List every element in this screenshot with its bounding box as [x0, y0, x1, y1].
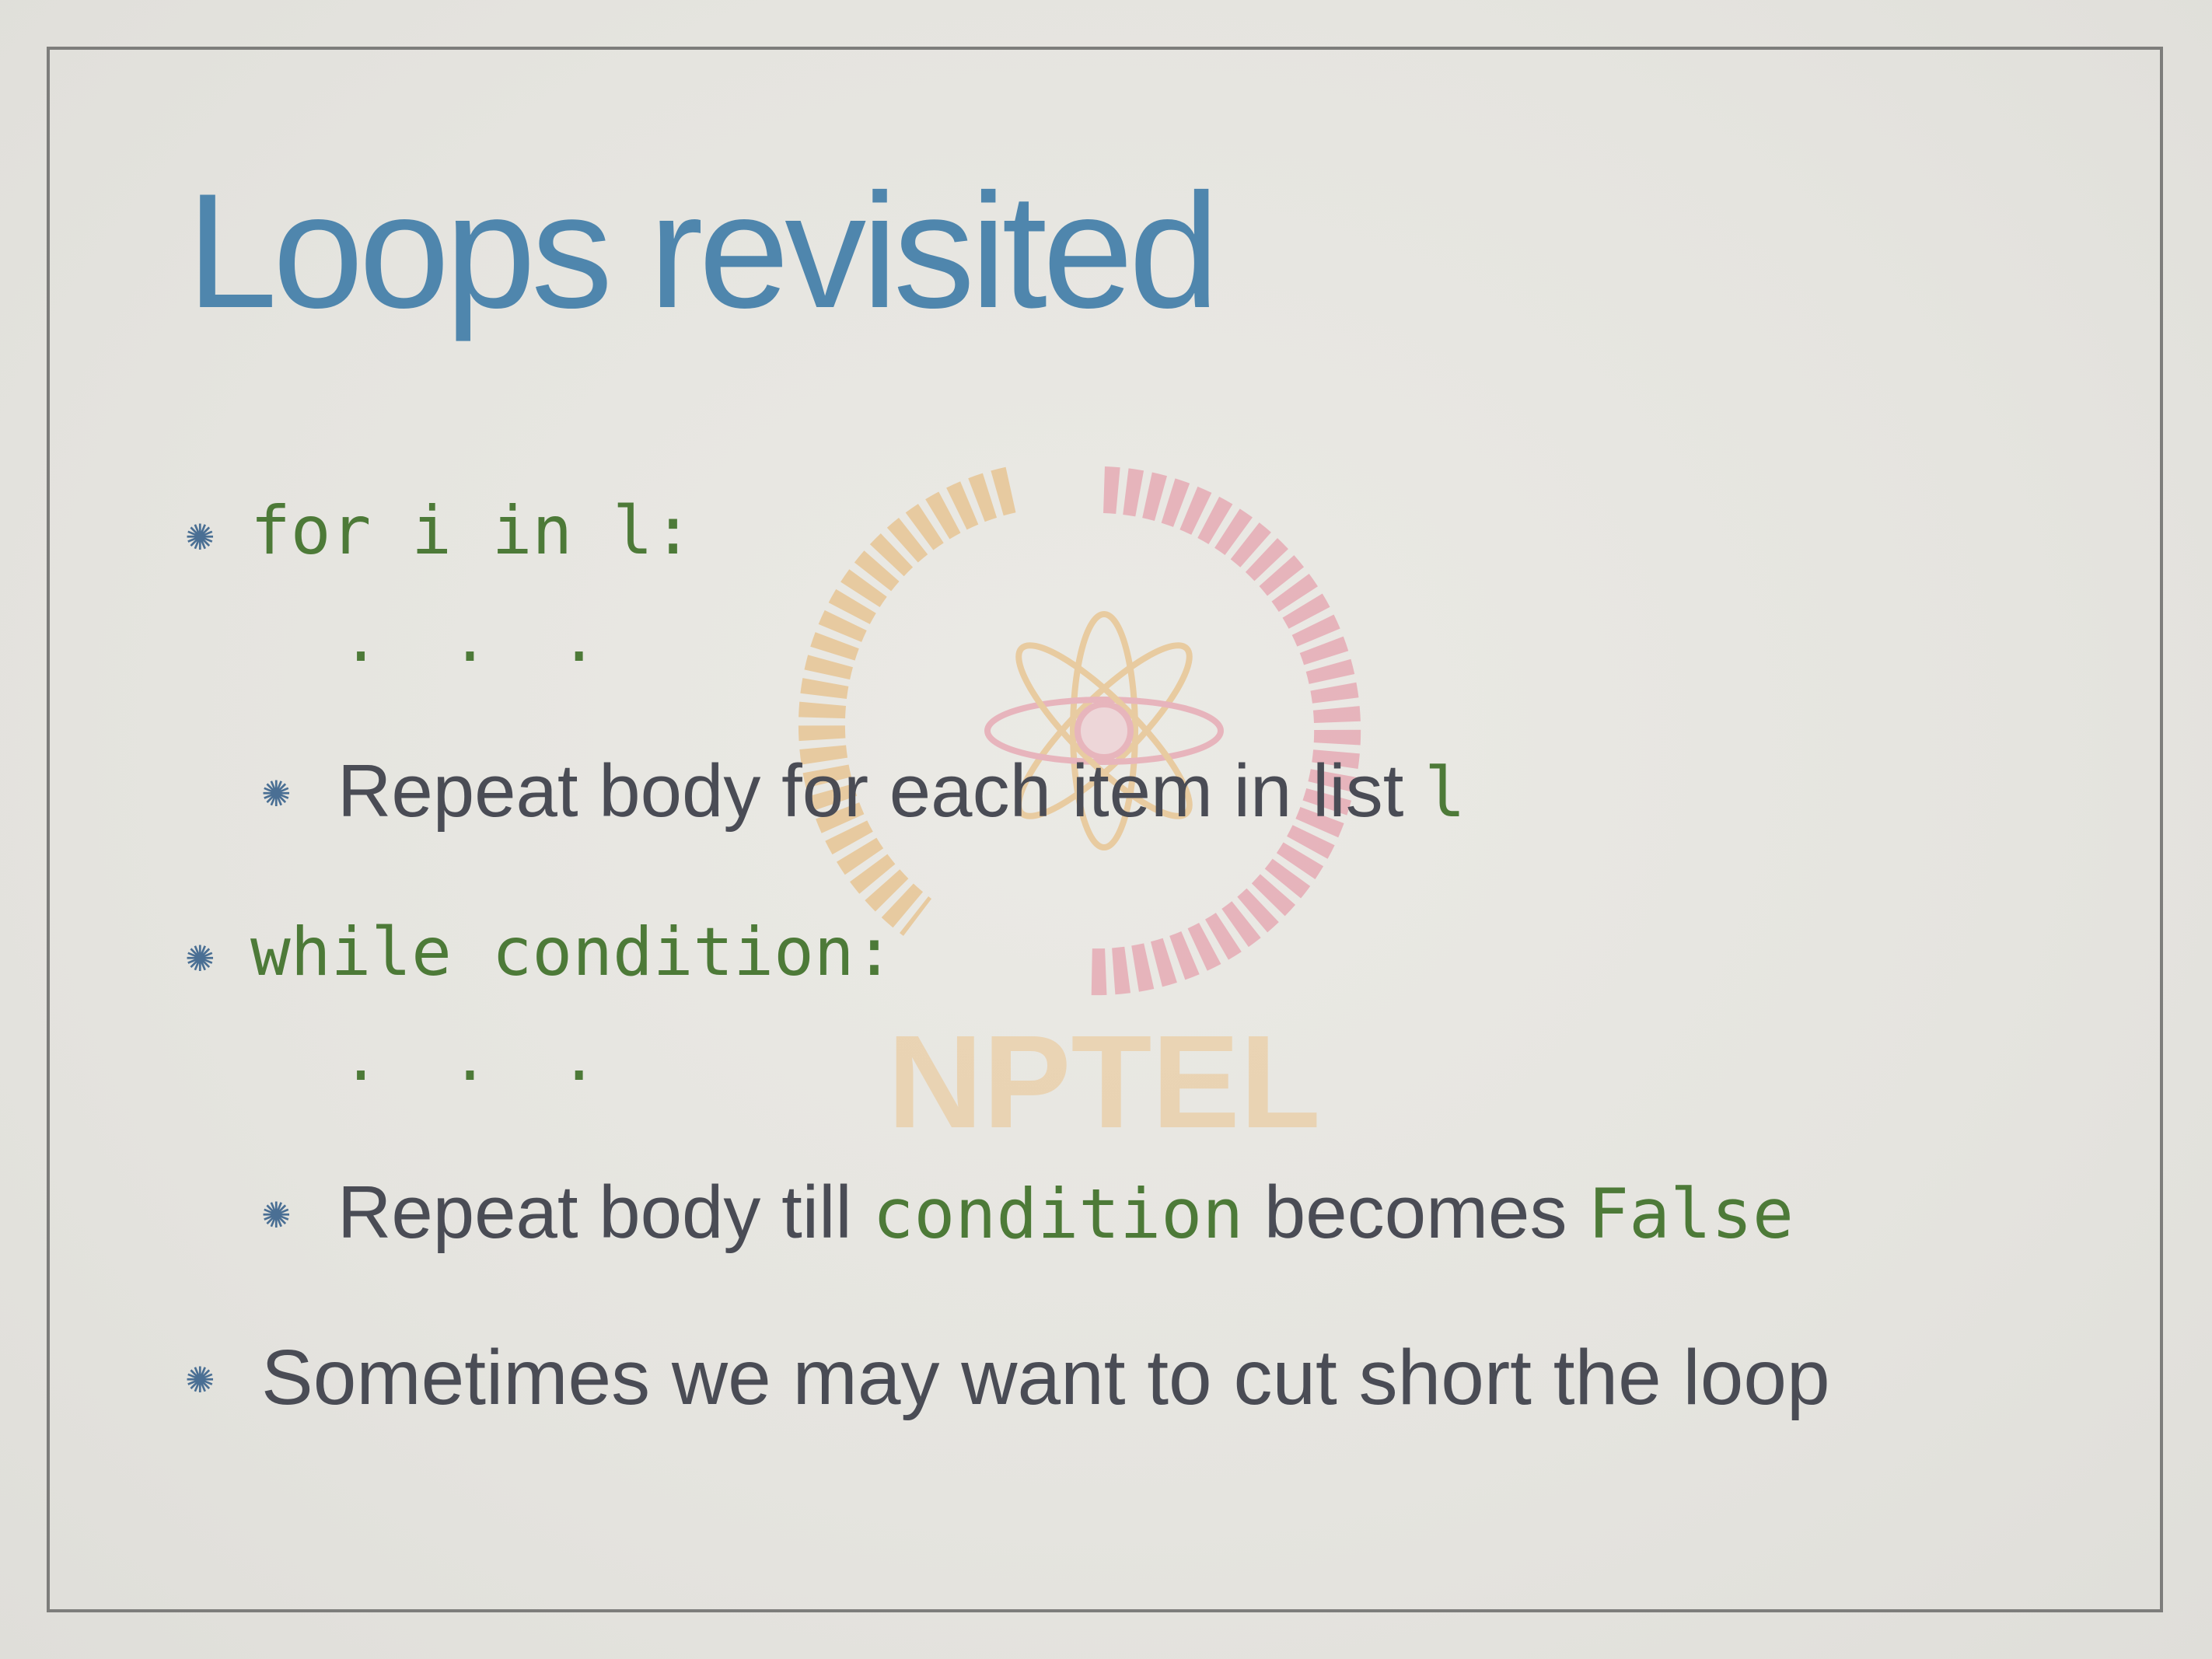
slide-title: Loops revisited [187, 159, 1219, 342]
slide: NPTEL Loops revisited ✺ for i in l: . . … [0, 0, 2212, 1659]
for-loop-description-code: l [1424, 753, 1466, 833]
while-loop-description: Repeat body till condition becomes False [337, 1175, 1794, 1250]
bullet-icon: ✺ [185, 517, 215, 557]
while-loop-ellipsis: . . . [342, 1022, 615, 1095]
while-loop-description-middle: becomes [1243, 1171, 1588, 1254]
while-loop-code: while condition: [250, 913, 895, 991]
while-loop-description-text: Repeat body till [337, 1171, 873, 1254]
sub-bullet-icon: ✺ [261, 1195, 292, 1235]
cut-short-text: Sometimes we may want to cut short the l… [261, 1334, 1830, 1421]
bullet-icon: ✺ [185, 938, 215, 979]
while-loop-false-code: False [1588, 1174, 1794, 1254]
for-loop-description: Repeat body for each item in list l [337, 754, 1466, 829]
for-loop-code: for i in l: [250, 492, 694, 570]
bullet-icon: ✺ [185, 1360, 215, 1400]
for-loop-ellipsis: . . . [342, 603, 615, 676]
nptel-wheel-icon [798, 466, 1361, 996]
nptel-wordmark: NPTEL [887, 1008, 1320, 1156]
sub-bullet-icon: ✺ [261, 774, 292, 814]
while-loop-condition-code: condition [872, 1174, 1244, 1254]
for-loop-description-text: Repeat body for each item in list [337, 749, 1425, 833]
